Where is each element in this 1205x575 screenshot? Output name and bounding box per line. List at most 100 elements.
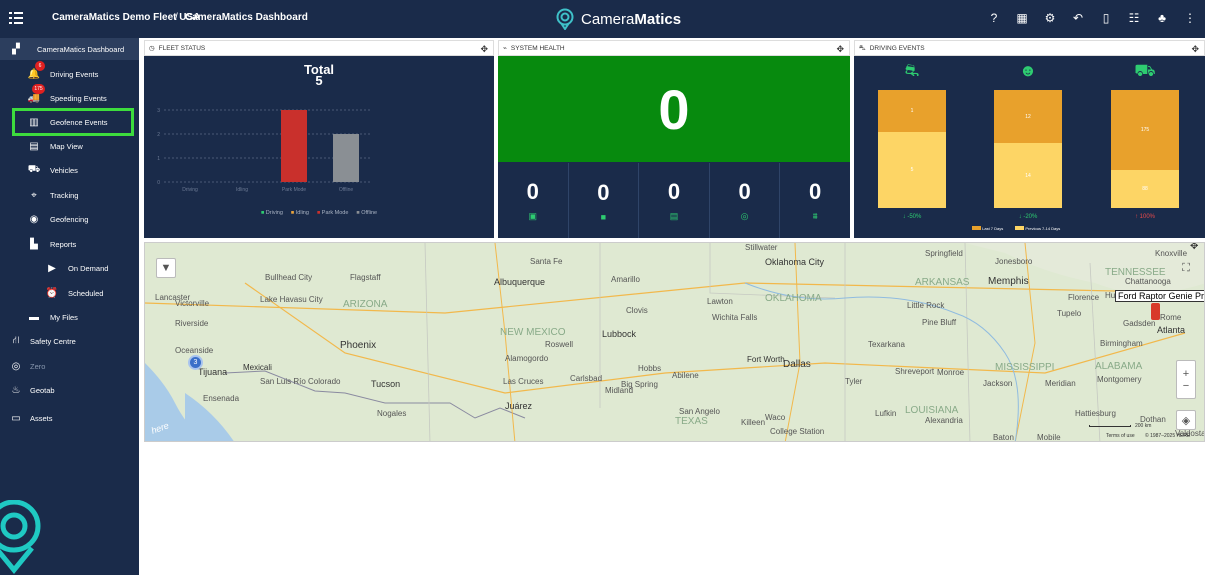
sidebar-item-label: Map View <box>50 141 83 151</box>
sidebar-item-reports[interactable]: ▙ Reports <box>0 233 139 255</box>
legend-last-7-days[interactable]: Last 7 Days <box>972 226 1003 231</box>
speed-truck-icon: ⛟ <box>1134 61 1156 80</box>
metric-camera[interactable]: 0 ■ <box>569 163 640 238</box>
scale-label: 200 km <box>1135 423 1152 429</box>
layers-button[interactable]: ◈ <box>1176 410 1196 430</box>
metric-signal[interactable]: 0 ⩩ <box>780 163 850 238</box>
sidebar-item-speeding-events[interactable]: 🚚 Speeding Events 175 <box>0 84 139 109</box>
sidebar-item-label: Geotab <box>30 385 55 395</box>
legend-previous-7-14-days[interactable]: Previous 7-14 Days <box>1015 226 1060 231</box>
bar-offline[interactable] <box>333 134 359 182</box>
legend-driving[interactable]: ■ Driving <box>261 210 283 216</box>
more-icon[interactable]: ⋮ <box>1183 11 1197 25</box>
map-place: Oceanside <box>175 346 214 355</box>
sidebar-item-driving-events[interactable]: 🔔 Driving Events 6 <box>0 61 139 85</box>
metric-value: 0 <box>597 179 610 205</box>
car-front-icon: ⛍ <box>859 44 866 52</box>
gear-icon[interactable]: ⚙ <box>1043 11 1057 25</box>
driving-events-header: ⛍ DRIVING EVENTS ✥ <box>854 40 1205 56</box>
clock-icon: ⏰ <box>45 287 59 299</box>
metric-value: 0 <box>526 179 539 204</box>
sidebar-item-dashboard[interactable]: ▞ CameraMatics Dashboard <box>0 38 139 60</box>
sidebar-item-label: Speeding Events <box>50 93 107 103</box>
help-icon[interactable]: ? <box>987 11 1001 25</box>
breadcrumb-fleet[interactable]: CameraMatics Demo Fleet USA <box>52 12 200 23</box>
sidebar-item-vehicles[interactable]: ⛟ Vehicles <box>0 159 139 181</box>
system-health-panel: ⌁ SYSTEM HEALTH ✥ 0 0 ▣ 0 ■ 0 ▤ 0 ◎ 0 ⩩ <box>498 40 850 238</box>
map-state: MISSISSIPPI <box>995 362 1055 373</box>
map-place: Las Cruces <box>503 377 544 386</box>
map-place: Mobile <box>1037 433 1061 442</box>
geofence-events-highlight <box>12 108 134 136</box>
map-place: Santa Fe <box>530 257 563 266</box>
legend-idling[interactable]: ■ Idling <box>291 210 309 216</box>
filter-button[interactable]: ▼ <box>156 258 176 278</box>
legend-park-mode[interactable]: ■ Park Mode <box>317 210 348 216</box>
fleet-status-panel: ◷ FLEET STATUS ✥ Total 5 0 1 2 3 Driving Idli… <box>144 40 494 238</box>
zoom-out-icon[interactable]: − <box>1183 380 1189 392</box>
metric-sd-card[interactable]: 0 ▣ <box>498 163 569 238</box>
phone-icon[interactable]: ▯ <box>1099 11 1113 25</box>
zoom-control[interactable]: + − <box>1176 360 1196 399</box>
y-tick-label: 1 <box>157 156 160 162</box>
zoom-in-icon[interactable]: + <box>1183 368 1189 380</box>
users-icon[interactable]: ☷ <box>1127 11 1141 25</box>
bar-park-mode[interactable] <box>281 110 307 182</box>
camera-icon: ■ <box>600 211 607 222</box>
sidebar-item-zero[interactable]: ◎ Zero <box>0 355 139 377</box>
terms-link[interactable]: Terms of use <box>1106 433 1135 439</box>
sidebar-item-geotab[interactable]: ♨ Geotab <box>0 379 139 401</box>
vehicle-marker-icon[interactable] <box>1151 303 1160 320</box>
brand-logo[interactable]: CameraMatics <box>555 7 681 31</box>
fullscreen-icon: ⛶ <box>1182 261 1190 274</box>
map-place: Atlanta <box>1157 325 1186 335</box>
x-tick-label: Offline <box>339 187 354 193</box>
map-state: LOUISIANA <box>905 405 959 416</box>
map-place: Hattiesburg <box>1075 409 1116 418</box>
undo-icon[interactable]: ↶ <box>1071 11 1085 25</box>
fullscreen-button[interactable]: ⛶ <box>1176 258 1196 278</box>
move-icon[interactable]: ✥ <box>480 44 488 55</box>
sidebar-item-label: Zero <box>30 361 46 371</box>
breadcrumb-dashboard[interactable]: CameraMatics Dashboard <box>185 12 308 23</box>
metric-value: 0 <box>667 179 681 204</box>
map-place: Abilene <box>672 371 699 380</box>
map-place: Baton <box>993 433 1014 442</box>
trailer-icon: ▭ <box>11 412 21 424</box>
org-icon[interactable]: ♣ <box>1155 11 1169 25</box>
sidebar-item-label: Vehicles <box>50 165 78 175</box>
sidebar-item-scheduled[interactable]: ⏰ Scheduled <box>0 282 139 304</box>
move-icon[interactable]: ✥ <box>1190 243 1198 252</box>
scale-bar <box>1089 425 1131 427</box>
map-place: Pine Bluff <box>922 318 957 327</box>
vehicle-cluster[interactable]: 3 <box>188 355 203 370</box>
sidebar-item-geofencing[interactable]: ◉ Geofencing <box>0 208 139 230</box>
map-place: Lancaster <box>155 293 191 302</box>
map-view[interactable]: Phoenix Tucson Albuquerque Lubbock Dalla… <box>144 242 1205 442</box>
breadcrumb-separator: / <box>175 12 178 23</box>
menu-icon[interactable] <box>9 11 23 25</box>
map-place: Killeen <box>741 418 766 427</box>
sidebar-item-label: Driving Events <box>50 69 99 79</box>
sidebar-item-on-demand[interactable]: ▶ On Demand <box>0 257 139 279</box>
legend-offline[interactable]: ■ Offline <box>356 210 377 216</box>
sidebar-item-my-files[interactable]: ▬ My Files <box>0 306 139 328</box>
sidebar-item-label: On Demand <box>68 263 109 273</box>
grid-icon[interactable]: ▦ <box>1015 11 1029 25</box>
sidebar-item-assets[interactable]: ▭ Assets <box>0 407 139 429</box>
driving-events-badge: 6 <box>35 61 45 71</box>
move-icon[interactable]: ✥ <box>836 44 844 55</box>
geofence-pin-icon: ◉ <box>29 213 39 225</box>
map-place: Stillwater <box>745 243 778 252</box>
sidebar-item-map-view[interactable]: ▤ Map View <box>0 135 139 157</box>
driving-col1-bottom: 5 <box>878 132 946 208</box>
move-icon[interactable]: ✥ <box>1191 44 1199 55</box>
map-icon: ▤ <box>29 140 39 152</box>
map-place: Carlsbad <box>570 374 603 383</box>
sidebar-item-tracking[interactable]: ⌖ Tracking <box>0 184 139 206</box>
sidebar-item-safety-centre[interactable]: ⛙ Safety Centre <box>0 330 139 352</box>
map-place: Monroe <box>937 368 965 377</box>
map-place: Tucson <box>371 379 401 389</box>
metric-storage[interactable]: 0 ▤ <box>639 163 710 238</box>
metric-gps[interactable]: 0 ◎ <box>710 163 781 238</box>
